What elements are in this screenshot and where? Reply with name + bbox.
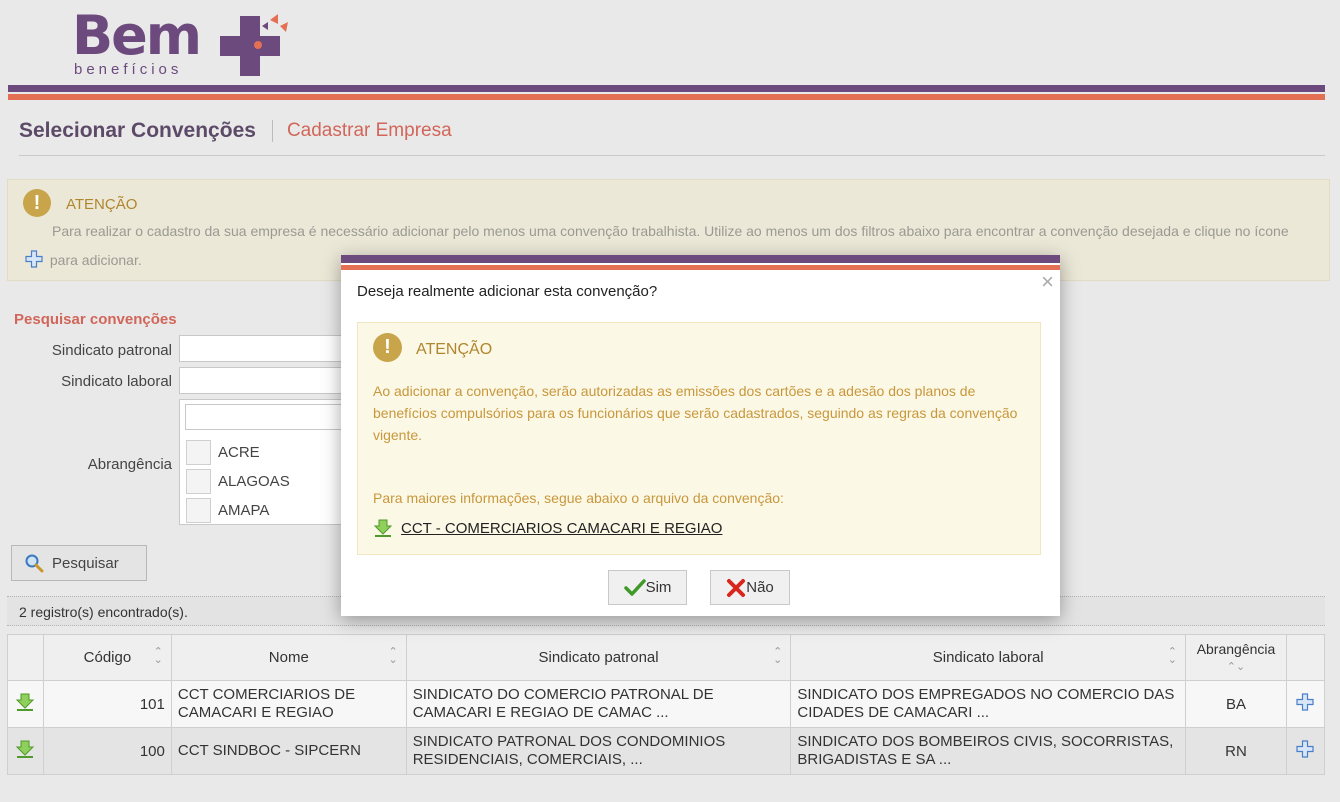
abrangencia-list[interactable]: ACRE ALAGOAS AMAPA	[179, 399, 349, 525]
option-label: AMAPA	[218, 501, 270, 519]
download-icon[interactable]	[373, 518, 393, 538]
sort-icon[interactable]: ⌃⌄	[154, 647, 163, 666]
check-icon	[623, 578, 646, 596]
confirm-yes-button[interactable]: Sim	[608, 570, 687, 605]
page-title: Selecionar Convenções	[19, 119, 256, 142]
logo-text: Bem	[72, 4, 202, 67]
col-nome-header[interactable]: Nome ⌃ ⌄	[170, 634, 407, 681]
abrangencia-option[interactable]: ALAGOAS	[186, 468, 290, 494]
convention-file-link[interactable]: CCT - COMERCIARIOS CAMACARI E REGIAO	[401, 520, 722, 537]
sort-icon[interactable]: ⌃⌄	[773, 647, 782, 666]
logo-cross-icon	[220, 14, 288, 76]
sindicato-laboral-label: Sindicato laboral	[61, 373, 172, 390]
search-icon	[25, 554, 44, 573]
col-nome-label: Nome	[268, 649, 309, 666]
pesquisar-button[interactable]: Pesquisar	[11, 545, 147, 581]
add-cell[interactable]	[1285, 680, 1326, 728]
title-separator	[271, 120, 273, 142]
codigo-cell: 100	[42, 727, 172, 775]
abrangencia-cell: BA	[1185, 680, 1287, 728]
option-checkbox[interactable]	[186, 497, 211, 523]
codigo-cell: 101	[42, 680, 172, 728]
col-download-header	[7, 634, 44, 681]
col-patronal-label: Sindicato patronal	[538, 649, 659, 666]
header-stripe-orange	[8, 94, 1325, 100]
page-warning-text-before: Para realizar o cadastro da sua empresa …	[52, 223, 1289, 239]
table-row: 100 CCT SINDBOC - SIPCERN SINDICATO PATR…	[7, 727, 1326, 775]
dialog-warning: ! ATENÇÃO Ao adicionar a convenção, serã…	[357, 322, 1041, 555]
sindicato-patronal-input[interactable]	[179, 335, 349, 362]
table-row: 101 CCT COMERCIARIOS DE CAMACARI E REGIA…	[7, 680, 1326, 728]
sindicato-laboral-input[interactable]	[179, 367, 349, 394]
laboral-cell: SINDICATO DOS EMPREGADOS NO COMERCIO DAS…	[790, 680, 1187, 728]
abrangencia-label: Abrangência	[87, 456, 172, 473]
title-row: Selecionar Convenções Cadastrar Empresa	[19, 119, 452, 143]
patronal-cell: SINDICATO DO COMERCIO PATRONAL DE CAMACA…	[405, 680, 792, 728]
sort-icon[interactable]: ⌃⌄	[1227, 661, 1245, 673]
download-cell[interactable]	[7, 680, 44, 728]
search-section-title: Pesquisar convenções	[14, 311, 177, 328]
col-add-header	[1285, 634, 1326, 681]
confirm-yes-label: Sim	[645, 579, 672, 596]
option-checkbox[interactable]	[186, 468, 211, 494]
abrangencia-filter-input[interactable]	[185, 404, 345, 430]
convencoes-table: Código ⌃ ⌄ Nome ⌃ ⌄ Sindicato patronal ⌃ ⌄ Sin…	[7, 634, 1326, 775]
sindicato-patronal-label: Sindicato patronal	[51, 342, 172, 359]
page-warning-text-after: para adicionar.	[49, 252, 142, 268]
convention-file[interactable]: CCT - COMERCIARIOS CAMACARI E REGIAO	[373, 518, 722, 538]
pesquisar-button-label: Pesquisar	[52, 554, 119, 572]
x-icon	[727, 578, 746, 597]
option-label: ACRE	[218, 443, 260, 461]
confirm-dialog: × Deseja realmente adicionar esta conven…	[341, 255, 1060, 616]
plus-icon	[25, 250, 43, 268]
col-patronal-header[interactable]: Sindicato patronal ⌃ ⌄	[405, 634, 792, 681]
col-abrangencia-header[interactable]: Abrangência ⌃⌄	[1185, 634, 1287, 681]
logo-subtext: benefícios	[74, 61, 183, 78]
title-divider	[19, 155, 1325, 156]
col-abrangencia-label: Abrangência	[1196, 641, 1276, 657]
option-label: ALAGOAS	[218, 472, 290, 490]
nome-cell: CCT SINDBOC - SIPCERN	[170, 727, 407, 775]
add-convention-plus-icon[interactable]	[1296, 693, 1315, 711]
table-header-row: Código ⌃ ⌄ Nome ⌃ ⌄ Sindicato patronal ⌃ ⌄ Sin…	[7, 634, 1326, 681]
sort-icon[interactable]: ⌃⌄	[1168, 647, 1177, 666]
option-checkbox[interactable]	[186, 439, 211, 465]
add-cell[interactable]	[1285, 727, 1326, 775]
sort-icon[interactable]: ⌃⌄	[389, 647, 398, 666]
col-codigo-header[interactable]: Código ⌃ ⌄	[42, 634, 172, 681]
download-cell[interactable]	[7, 727, 44, 775]
laboral-cell: SINDICATO DOS BOMBEIROS CIVIS, SOCORRIST…	[790, 727, 1187, 775]
dialog-stripe-purple	[341, 255, 1060, 263]
dialog-info-text: Para maiores informações, segue abaixo o…	[373, 490, 784, 506]
download-icon[interactable]	[15, 739, 35, 759]
abrangencia-cell: RN	[1185, 727, 1287, 775]
abrangencia-option[interactable]: ACRE	[186, 439, 260, 465]
confirm-no-button[interactable]: Não	[710, 570, 790, 605]
patronal-cell: SINDICATO PATRONAL DOS CONDOMINIOS RESID…	[405, 727, 792, 775]
confirm-no-label: Não	[746, 579, 774, 596]
warning-icon: !	[23, 189, 51, 217]
col-codigo-label: Código	[83, 649, 132, 666]
col-laboral-label: Sindicato laboral	[932, 649, 1044, 666]
close-icon[interactable]: ×	[1041, 271, 1054, 293]
dialog-question: Deseja realmente adicionar esta convençã…	[357, 283, 658, 300]
dialog-warning-title: ATENÇÃO	[416, 341, 493, 358]
col-laboral-header[interactable]: Sindicato laboral ⌃ ⌄	[790, 634, 1187, 681]
abrangencia-option[interactable]: AMAPA	[186, 497, 270, 523]
nome-cell: CCT COMERCIARIOS DE CAMACARI E REGIAO	[170, 680, 407, 728]
add-convention-plus-icon[interactable]	[1296, 740, 1315, 758]
page-warning-title: ATENÇÃO	[66, 196, 138, 213]
dialog-warning-text: Ao adicionar a convenção, serão autoriza…	[373, 383, 1018, 443]
dialog-stripe-orange	[341, 265, 1060, 270]
brand-logo[interactable]: Bem benefícios	[72, 6, 302, 82]
header-stripe-purple	[8, 85, 1325, 92]
warning-icon: !	[373, 333, 402, 362]
cadastrar-empresa-link[interactable]: Cadastrar Empresa	[287, 120, 452, 142]
download-icon[interactable]	[15, 692, 35, 712]
